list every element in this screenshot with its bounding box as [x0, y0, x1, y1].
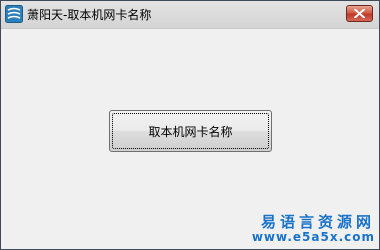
app-logo-icon	[5, 5, 23, 23]
close-button[interactable]	[346, 5, 373, 22]
window-title: 萧阳天-取本机网卡名称	[27, 8, 152, 22]
get-nic-name-button[interactable]: 取本机网卡名称	[109, 110, 272, 152]
watermark-url: www.e5a5x.com	[251, 230, 375, 245]
watermark-site-name: 易语言资源网	[260, 212, 375, 231]
watermark: 易语言资源网 www.e5a5x.com	[251, 212, 375, 245]
app-window: 萧阳天-取本机网卡名称 取本机网卡名称 易语言资源网 www.e5a5x.com	[0, 0, 380, 250]
close-icon	[354, 9, 365, 18]
title-bar[interactable]: 萧阳天-取本机网卡名称	[1, 1, 379, 29]
button-label: 取本机网卡名称	[148, 125, 233, 139]
client-area: 取本机网卡名称 易语言资源网 www.e5a5x.com	[1, 29, 379, 249]
